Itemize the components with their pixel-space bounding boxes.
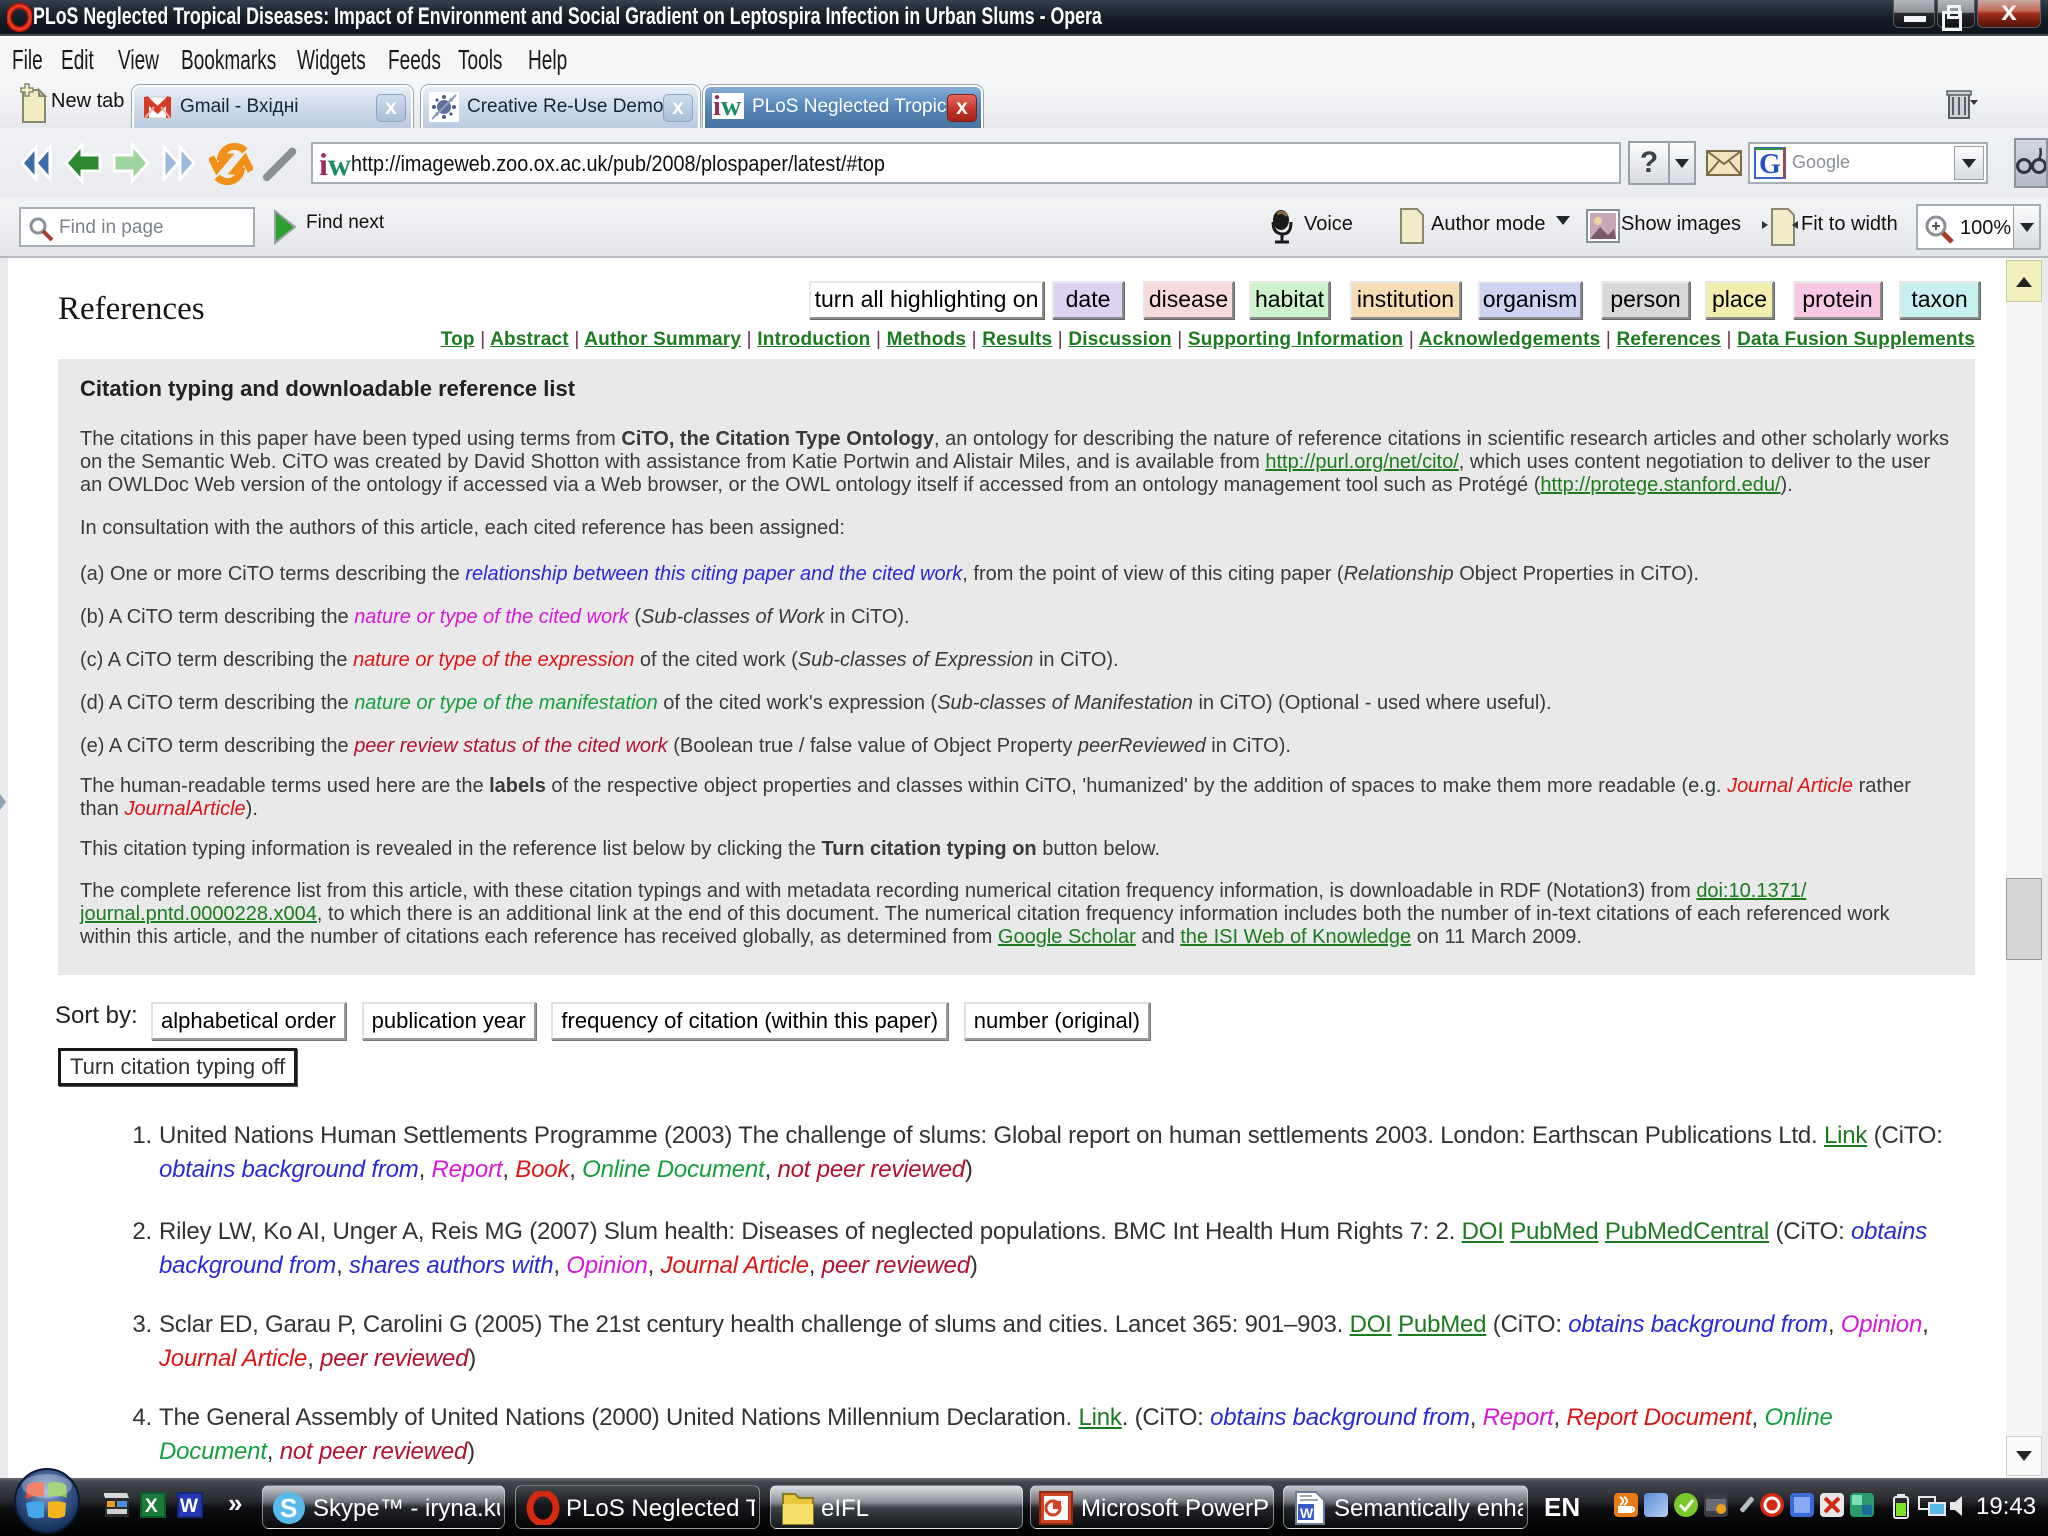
svg-text:G: G [1759,149,1781,179]
svg-text:W: W [1300,1505,1314,1521]
svg-text:S: S [280,1493,297,1523]
svg-text:X: X [145,1496,158,1517]
svg-text:i: i [713,91,721,122]
svg-text:w: w [721,91,742,122]
svg-text:W: W [180,1496,199,1517]
